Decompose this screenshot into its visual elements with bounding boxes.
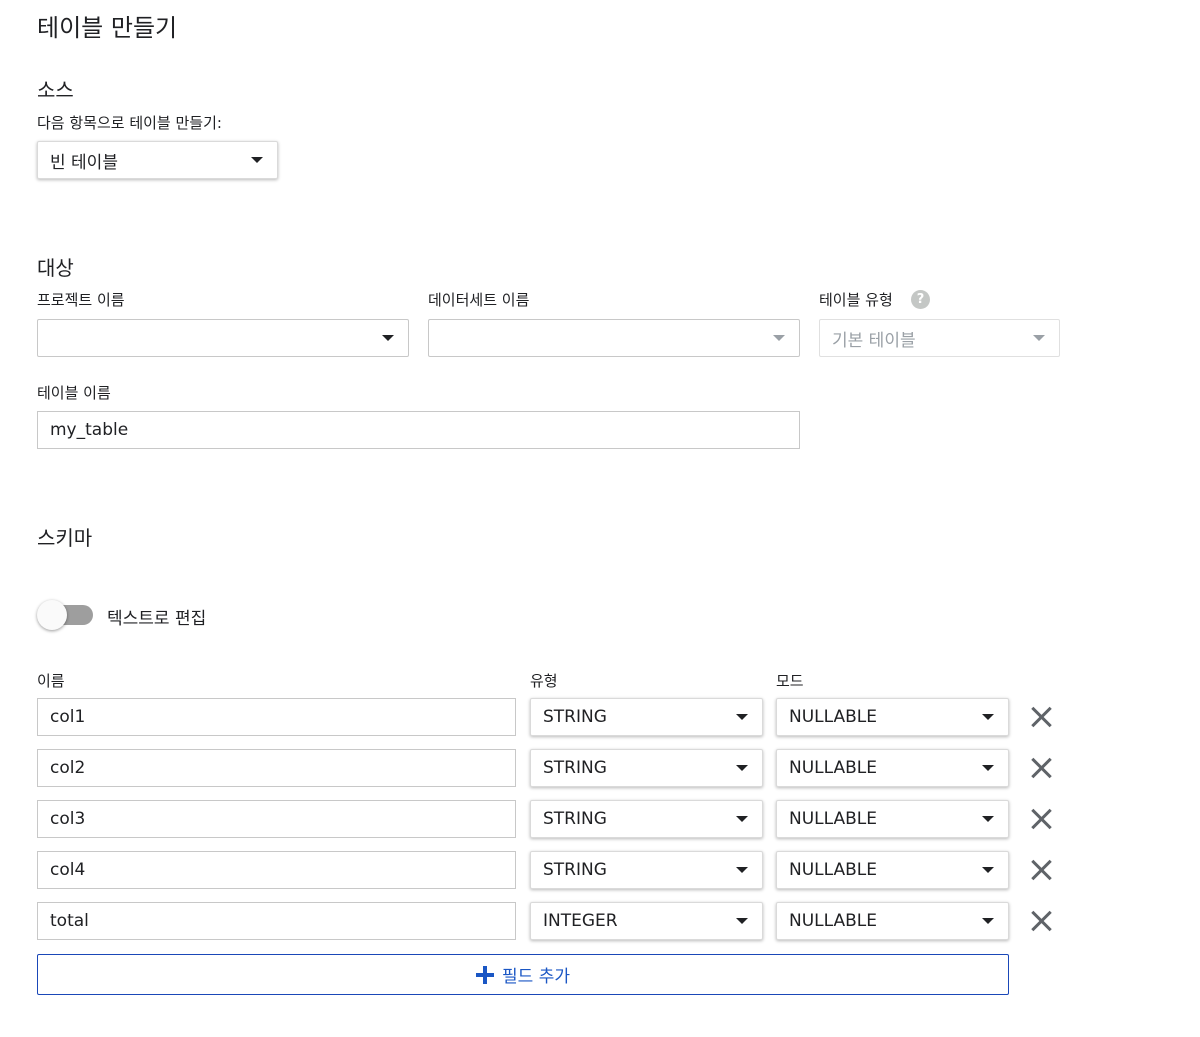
dataset-select[interactable] bbox=[428, 319, 800, 357]
caret-down-icon bbox=[736, 867, 748, 873]
col-type-header: 유형 bbox=[530, 672, 558, 690]
add-field-button[interactable]: 필드 추가 bbox=[37, 954, 1009, 995]
edit-as-text-label: 텍스트로 편집 bbox=[107, 609, 207, 629]
destination-heading: 대상 bbox=[37, 256, 74, 280]
field-mode-value: NULLABLE bbox=[789, 911, 877, 931]
field-name-value: col4 bbox=[50, 860, 86, 880]
field-type-value: STRING bbox=[543, 860, 607, 880]
field-mode-select[interactable]: NULLABLE bbox=[776, 800, 1009, 838]
caret-down-icon bbox=[982, 867, 994, 873]
table-name-input[interactable]: my_table bbox=[37, 411, 800, 449]
field-mode-value: NULLABLE bbox=[789, 707, 877, 727]
table-type-label: 테이블 유형 bbox=[819, 291, 893, 309]
field-type-value: STRING bbox=[543, 758, 607, 778]
help-circle-icon[interactable]: ? bbox=[911, 290, 930, 309]
field-mode-value: NULLABLE bbox=[789, 758, 877, 778]
table-type-value: 기본 테이블 bbox=[832, 330, 916, 351]
caret-down-icon bbox=[982, 714, 994, 720]
table-type-select: 기본 테이블 bbox=[819, 319, 1060, 357]
dataset-label: 데이터세트 이름 bbox=[428, 291, 530, 309]
field-name-value: col1 bbox=[50, 707, 86, 727]
field-type-value: STRING bbox=[543, 809, 607, 829]
field-type-value: STRING bbox=[543, 707, 607, 727]
caret-down-icon bbox=[736, 816, 748, 822]
field-mode-select[interactable]: NULLABLE bbox=[776, 902, 1009, 940]
create-from-label: 다음 항목으로 테이블 만들기: bbox=[37, 114, 222, 132]
field-name-value: col2 bbox=[50, 758, 86, 778]
schema-heading: 스키마 bbox=[37, 526, 93, 550]
caret-down-icon bbox=[1033, 335, 1045, 341]
field-name-input[interactable]: total bbox=[37, 902, 516, 940]
create-from-value: 빈 테이블 bbox=[50, 152, 118, 173]
caret-down-icon bbox=[251, 157, 263, 163]
field-type-select[interactable]: STRING bbox=[530, 749, 763, 787]
field-type-select[interactable]: STRING bbox=[530, 851, 763, 889]
field-name-input[interactable]: col2 bbox=[37, 749, 516, 787]
caret-down-icon bbox=[982, 765, 994, 771]
caret-down-icon bbox=[736, 714, 748, 720]
close-icon[interactable] bbox=[1030, 859, 1052, 881]
create-from-select[interactable]: 빈 테이블 bbox=[37, 141, 278, 179]
caret-down-icon bbox=[982, 918, 994, 924]
field-mode-value: NULLABLE bbox=[789, 860, 877, 880]
add-field-label: 필드 추가 bbox=[502, 967, 570, 987]
field-mode-value: NULLABLE bbox=[789, 809, 877, 829]
col-mode-header: 모드 bbox=[776, 672, 804, 690]
close-icon[interactable] bbox=[1030, 910, 1052, 932]
field-type-value: INTEGER bbox=[543, 911, 618, 931]
caret-down-icon bbox=[982, 816, 994, 822]
field-name-input[interactable]: col4 bbox=[37, 851, 516, 889]
caret-down-icon bbox=[736, 918, 748, 924]
project-select[interactable] bbox=[37, 319, 409, 357]
field-name-value: total bbox=[50, 911, 89, 931]
caret-down-icon bbox=[773, 335, 785, 341]
close-icon[interactable] bbox=[1030, 706, 1052, 728]
project-label: 프로젝트 이름 bbox=[37, 291, 125, 309]
field-type-select[interactable]: INTEGER bbox=[530, 902, 763, 940]
close-icon[interactable] bbox=[1030, 808, 1052, 830]
caret-down-icon bbox=[382, 335, 394, 341]
field-mode-select[interactable]: NULLABLE bbox=[776, 851, 1009, 889]
field-mode-select[interactable]: NULLABLE bbox=[776, 749, 1009, 787]
field-type-select[interactable]: STRING bbox=[530, 698, 763, 736]
source-heading: 소스 bbox=[37, 78, 74, 102]
plus-icon bbox=[476, 965, 495, 984]
table-name-label: 테이블 이름 bbox=[37, 384, 111, 402]
col-name-header: 이름 bbox=[37, 672, 65, 690]
field-type-select[interactable]: STRING bbox=[530, 800, 763, 838]
field-mode-select[interactable]: NULLABLE bbox=[776, 698, 1009, 736]
field-name-value: col3 bbox=[50, 809, 86, 829]
field-name-input[interactable]: col3 bbox=[37, 800, 516, 838]
field-name-input[interactable]: col1 bbox=[37, 698, 516, 736]
page-title: 테이블 만들기 bbox=[37, 14, 178, 42]
close-icon[interactable] bbox=[1030, 757, 1052, 779]
toggle-thumb[interactable] bbox=[37, 600, 67, 630]
caret-down-icon bbox=[736, 765, 748, 771]
table-name-value: my_table bbox=[50, 420, 129, 440]
